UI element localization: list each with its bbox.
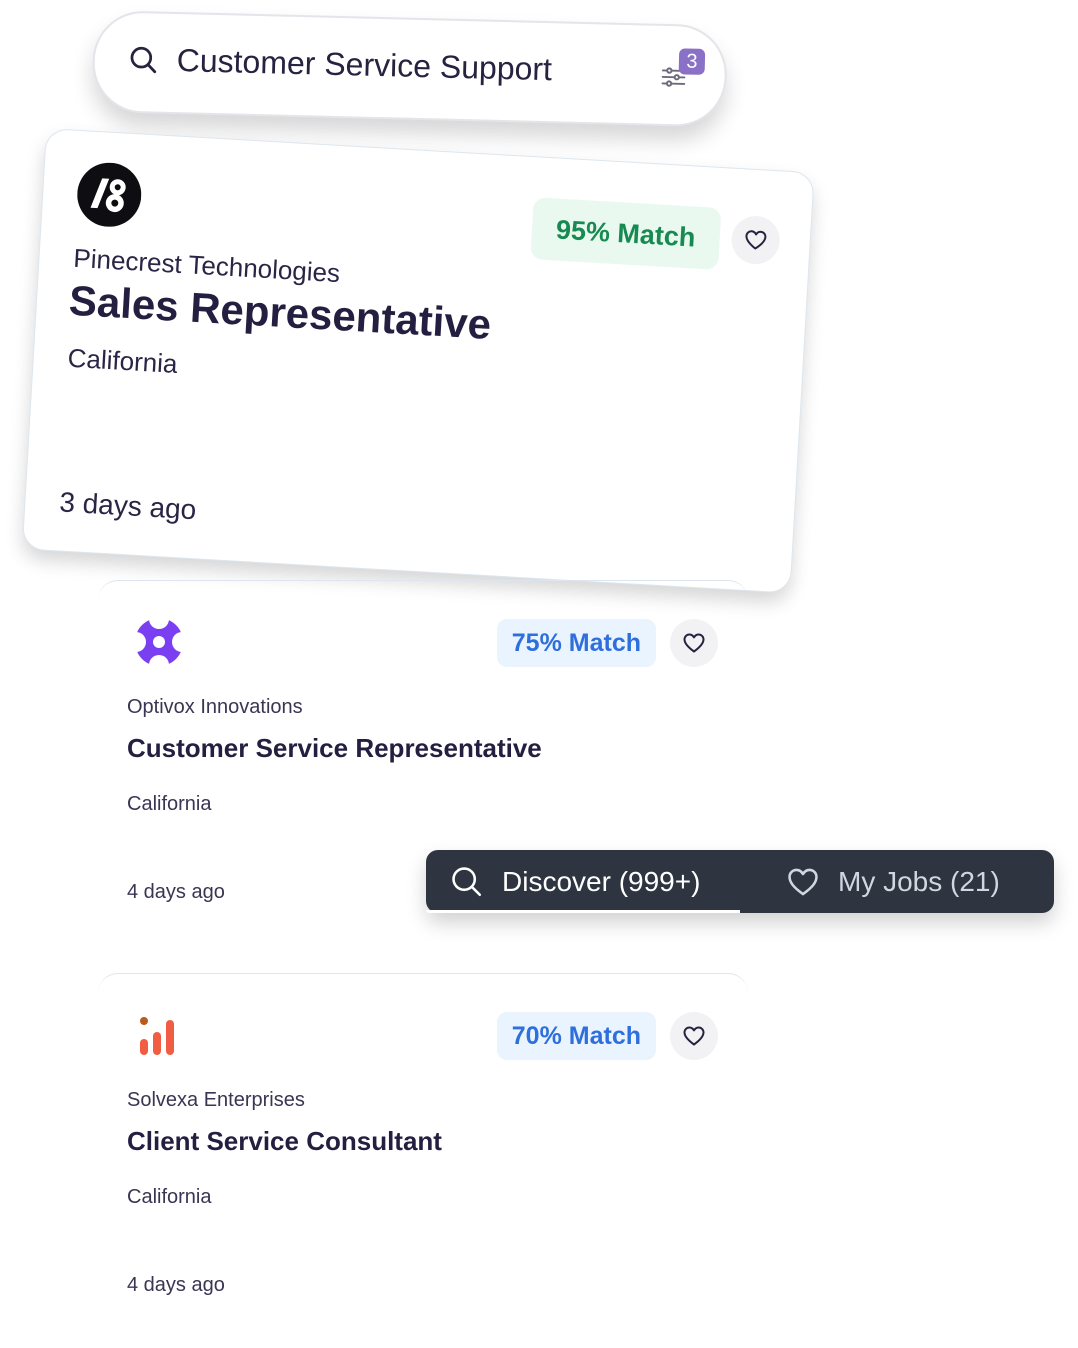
bottom-nav: Discover (999+) My Jobs (21) [426, 850, 1054, 913]
featured-job-card[interactable]: 95% Match Pinecrest Technologies Sales R… [21, 128, 815, 594]
optivox-logo [134, 617, 184, 667]
match-badge: 95% Match [530, 197, 722, 270]
job-title[interactable]: Sales Representative [68, 277, 493, 349]
search-input[interactable]: Customer Service Support [176, 42, 552, 88]
job-card[interactable]: 70% Match Solvexa Enterprises Client Ser… [98, 973, 748, 1344]
company-name: Optivox Innovations [127, 696, 303, 718]
job-location: California [127, 1186, 212, 1208]
active-tab-indicator [426, 910, 740, 913]
heart-icon [683, 1026, 705, 1046]
job-title[interactable]: Client Service Consultant [127, 1126, 442, 1157]
save-job-button[interactable] [670, 619, 718, 667]
heart-icon [788, 868, 818, 895]
match-badge: 75% Match [496, 619, 656, 667]
nav-my-jobs-tab[interactable]: My Jobs (21) [786, 850, 1000, 913]
nav-my-jobs-label: My Jobs (21) [838, 865, 1000, 897]
heart-icon [745, 230, 767, 250]
match-badge: 70% Match [496, 1012, 656, 1060]
pinecrest-logo [77, 162, 142, 227]
nav-discover-tab[interactable]: Discover (999+) [450, 850, 700, 913]
job-location: California [66, 342, 179, 379]
nav-discover-label: Discover (999+) [502, 865, 701, 897]
search-bar[interactable]: Customer Service Support 3 [91, 10, 728, 128]
save-job-button[interactable] [670, 1012, 718, 1060]
solvexa-logo [140, 1017, 174, 1055]
filter-count-badge: 3 [678, 48, 706, 75]
search-icon [452, 866, 482, 896]
posted-date: 4 days ago [127, 881, 225, 903]
posted-date: 4 days ago [127, 1274, 225, 1296]
job-title[interactable]: Customer Service Representative [127, 733, 542, 764]
company-name: Solvexa Enterprises [127, 1089, 305, 1111]
job-location: California [127, 793, 212, 815]
posted-date: 3 days ago [58, 486, 198, 526]
heart-icon [683, 633, 705, 653]
save-job-button[interactable] [730, 214, 782, 266]
search-icon [130, 46, 157, 74]
